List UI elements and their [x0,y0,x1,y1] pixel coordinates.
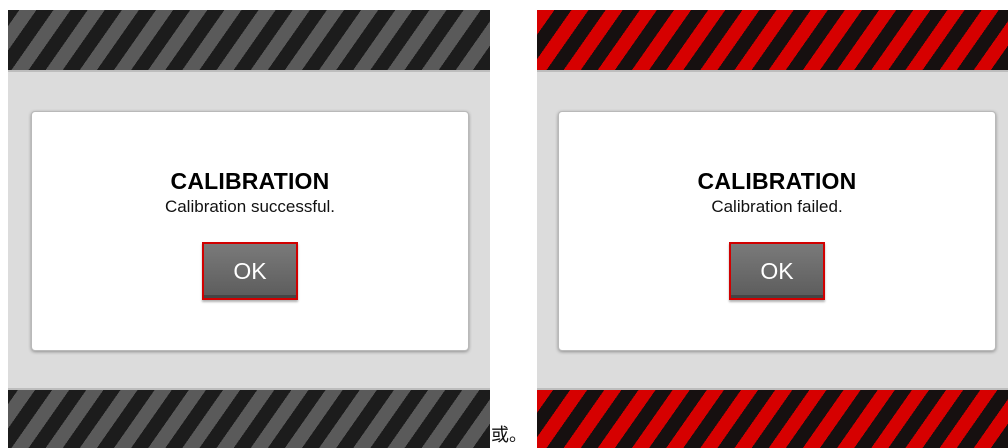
hazard-stripe-top [537,10,1008,72]
dialog-title: CALIBRATION [170,168,330,194]
ok-button[interactable]: OK [202,242,298,300]
calibration-failed-screen: CALIBRATION Calibration failed. OK [537,10,1008,448]
ok-button[interactable]: OK [729,242,825,300]
dialog-message: Calibration failed. [711,197,843,216]
calibration-success-screen: CALIBRATION Calibration successful. OK [8,10,490,448]
separator-text: 或。 [491,425,527,446]
dialog-title: CALIBRATION [697,168,857,194]
hazard-stripe-bottom [8,388,490,448]
hazard-stripe-bottom [537,388,1008,448]
calibration-dialog: CALIBRATION Calibration failed. OK [558,111,996,351]
hazard-stripe-top [8,10,490,72]
dialog-message: Calibration successful. [164,197,336,216]
calibration-dialog: CALIBRATION Calibration successful. OK [31,111,469,351]
